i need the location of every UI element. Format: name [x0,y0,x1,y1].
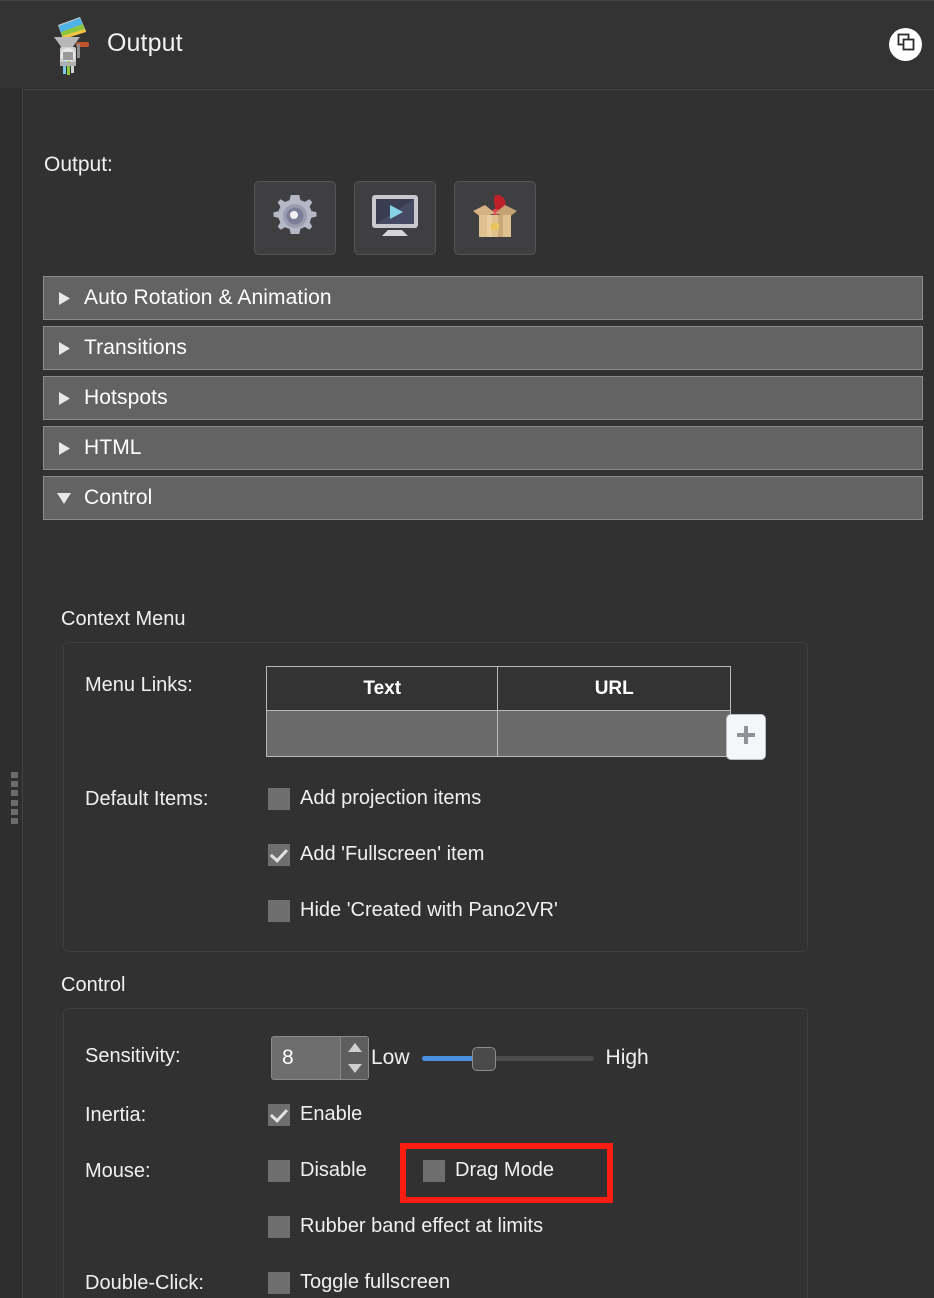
menu-links-label: Menu Links: [85,674,193,696]
checkbox-add-projection-items[interactable]: Add projection items [268,787,481,810]
checkbox-mouse-disable[interactable]: Disable [268,1159,367,1182]
checkbox-box[interactable] [268,843,290,866]
titlebar: Output [0,0,934,88]
checkbox-inertia-enable[interactable]: Enable [268,1103,362,1126]
add-menu-link-button[interactable] [726,714,766,760]
checkbox-mouse-drag-mode[interactable]: Drag Mode [423,1159,554,1182]
checkbox-label: Add projection items [300,787,482,809]
restore-window-button[interactable] [889,28,922,61]
accordion-section-hotspots[interactable]: Hotspots [43,376,923,420]
window-title: Output [107,29,183,57]
settings-accordion: Auto Rotation & Animation Transitions Ho… [43,276,923,526]
accordion-label: Control [84,486,153,509]
checkbox-hide-created-with-pano2vr[interactable]: Hide 'Created with Pano2VR' [268,899,558,922]
sensitivity-slider[interactable] [421,1036,594,1080]
checkbox-label: Disable [300,1159,367,1181]
checkbox-rubber-band-effect[interactable]: Rubber band effect at limits [268,1215,543,1238]
control-section-label: Control [61,974,126,996]
checkbox-label: Add 'Fullscreen' item [300,843,485,865]
slider-high-label: High [605,1046,649,1069]
chevron-right-icon [44,341,84,356]
settings-gear-button[interactable] [254,181,336,255]
checkbox-label: Toggle fullscreen [300,1271,451,1293]
checkbox-box[interactable] [268,1103,290,1126]
chevron-right-icon [44,441,84,456]
checkbox-box[interactable] [268,899,290,922]
gear-icon [270,191,320,246]
package-box-icon [469,191,521,246]
inertia-label: Inertia: [85,1104,147,1126]
checkbox-toggle-fullscreen[interactable]: Toggle fullscreen [268,1271,450,1294]
accordion-label: Auto Rotation & Animation [84,286,332,309]
settings-panel: Output: Auto Rotation & Animation Transi… [22,89,934,1298]
accordion-section-html[interactable]: HTML [43,426,923,470]
sensitivity-value[interactable]: 8 [272,1037,340,1079]
accordion-label: HTML [84,436,142,459]
checkbox-box[interactable] [268,787,290,810]
preview-monitor-button[interactable] [354,181,436,255]
menu-links-table[interactable]: Text URL [265,666,731,757]
table-header-row: Text URL [265,666,731,711]
output-panel-window: Output Output: Auto Rotation & Animation… [0,0,934,1298]
chevron-right-icon [44,391,84,406]
accordion-label: Transitions [84,336,188,359]
checkbox-label: Rubber band effect at limits [300,1215,544,1237]
chevron-right-icon [44,291,84,306]
accordion-label: Hotspots [84,386,168,409]
checkbox-label: Enable [300,1103,363,1125]
checkbox-label: Drag Mode [455,1159,554,1181]
stepper-up-icon[interactable] [347,1039,362,1057]
output-label: Output: [44,153,113,176]
output-row: Output: [44,135,544,255]
chevron-down-icon [44,492,84,505]
accordion-section-auto-rotation[interactable]: Auto Rotation & Animation [43,276,923,320]
sensitivity-stepper[interactable]: 8 [271,1036,369,1080]
table-row[interactable] [265,710,731,757]
slider-handle[interactable] [471,1047,496,1071]
checkbox-box[interactable] [268,1159,290,1182]
monitor-play-icon [369,192,421,245]
column-header-url: URL [497,666,731,711]
checkbox-box[interactable] [423,1159,445,1182]
checkbox-add-fullscreen-item[interactable]: Add 'Fullscreen' item [268,843,484,866]
mouse-label: Mouse: [85,1160,151,1182]
context-menu-section-label: Context Menu [61,608,186,630]
slider-low-label: Low [371,1046,410,1069]
cell-url[interactable] [497,710,731,757]
stepper-down-icon[interactable] [347,1060,362,1078]
panel-splitter-handle[interactable] [11,772,20,824]
pano2vr-grinder-icon [36,15,98,75]
checkbox-label: Hide 'Created with Pano2VR' [300,899,558,921]
double-click-label: Double-Click: [85,1272,204,1294]
accordion-section-transitions[interactable]: Transitions [43,326,923,370]
checkbox-box[interactable] [268,1271,290,1294]
default-items-label: Default Items: [85,788,209,810]
column-header-text: Text [265,666,499,711]
stepper-arrows[interactable] [340,1037,368,1079]
plus-icon [735,724,757,751]
sensitivity-slider-group: Low High [371,1036,691,1080]
restore-window-icon [897,33,915,56]
package-box-button[interactable] [454,181,536,255]
cell-text[interactable] [265,710,499,757]
checkbox-box[interactable] [268,1215,290,1238]
accordion-section-control[interactable]: Control [43,476,923,520]
sensitivity-label: Sensitivity: [85,1045,181,1067]
